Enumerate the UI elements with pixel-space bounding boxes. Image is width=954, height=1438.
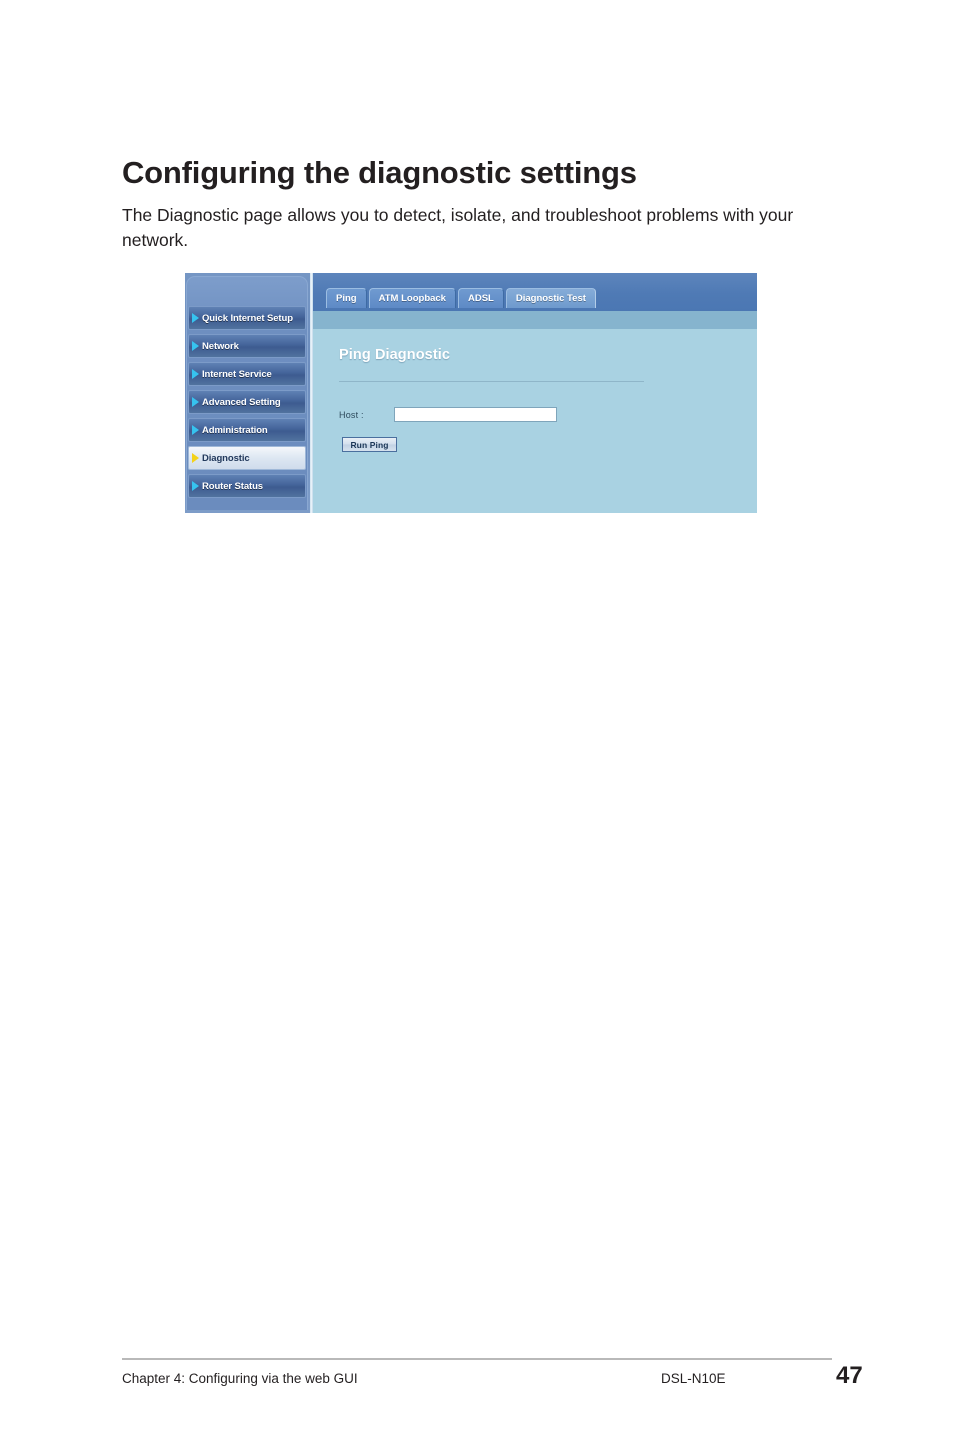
tab-adsl[interactable]: ADSL xyxy=(457,288,504,308)
arrow-right-icon xyxy=(192,425,199,435)
arrow-right-icon xyxy=(192,341,199,351)
tab-list: Ping ATM Loopback ADSL Diagnostic Test xyxy=(326,288,598,308)
sidebar-item-advanced-setting[interactable]: Advanced Setting xyxy=(188,390,306,414)
sidebar-item-label: Advanced Setting xyxy=(202,396,281,408)
footer-model: DSL-N10E xyxy=(661,1371,726,1386)
sidebar-item-label: Internet Service xyxy=(202,368,272,380)
tab-ping[interactable]: Ping xyxy=(326,288,367,308)
router-sidebar: Quick Internet Setup Network Internet Se… xyxy=(185,273,310,513)
sidebar-menu: Quick Internet Setup Network Internet Se… xyxy=(188,306,306,502)
panel-divider xyxy=(339,381,644,382)
sidebar-item-diagnostic[interactable]: Diagnostic xyxy=(188,446,306,470)
arrow-right-icon xyxy=(192,369,199,379)
ping-diagnostic-panel: Ping Diagnostic Host : Run Ping xyxy=(313,329,757,513)
arrow-right-icon xyxy=(192,313,199,323)
arrow-right-icon xyxy=(192,481,199,491)
router-webgui-screenshot: Quick Internet Setup Network Internet Se… xyxy=(185,273,757,513)
footer-chapter: Chapter 4: Configuring via the web GUI xyxy=(122,1371,358,1386)
sidebar-item-router-status[interactable]: Router Status xyxy=(188,474,306,498)
sidebar-item-internet-service[interactable]: Internet Service xyxy=(188,362,306,386)
sidebar-item-network[interactable]: Network xyxy=(188,334,306,358)
sidebar-item-label: Quick Internet Setup xyxy=(202,312,293,324)
arrow-right-icon xyxy=(192,397,199,407)
sidebar-item-label: Diagnostic xyxy=(202,452,250,464)
run-ping-button[interactable]: Run Ping xyxy=(342,437,397,452)
sub-header-band xyxy=(313,311,757,329)
tab-bar: Ping ATM Loopback ADSL Diagnostic Test xyxy=(313,273,757,311)
footer-page-number: 47 xyxy=(836,1362,863,1389)
page-intro-paragraph: The Diagnostic page allows you to detect… xyxy=(122,205,794,250)
sidebar-item-label: Router Status xyxy=(202,480,263,492)
tab-diagnostic-test[interactable]: Diagnostic Test xyxy=(505,288,596,308)
router-content-area: Ping ATM Loopback ADSL Diagnostic Test P… xyxy=(313,273,757,513)
host-input[interactable] xyxy=(394,407,557,422)
arrow-right-icon xyxy=(192,453,199,463)
host-field-row: Host : xyxy=(339,407,557,422)
sidebar-item-label: Network xyxy=(202,340,239,352)
tab-atm-loopback[interactable]: ATM Loopback xyxy=(368,288,456,308)
footer-divider xyxy=(122,1358,832,1360)
host-label: Host : xyxy=(339,409,364,420)
sidebar-item-label: Administration xyxy=(202,424,268,436)
sidebar-item-administration[interactable]: Administration xyxy=(188,418,306,442)
panel-heading: Ping Diagnostic xyxy=(339,347,451,363)
page-title: Configuring the diagnostic settings xyxy=(122,155,637,190)
sidebar-item-quick-internet-setup[interactable]: Quick Internet Setup xyxy=(188,306,306,330)
